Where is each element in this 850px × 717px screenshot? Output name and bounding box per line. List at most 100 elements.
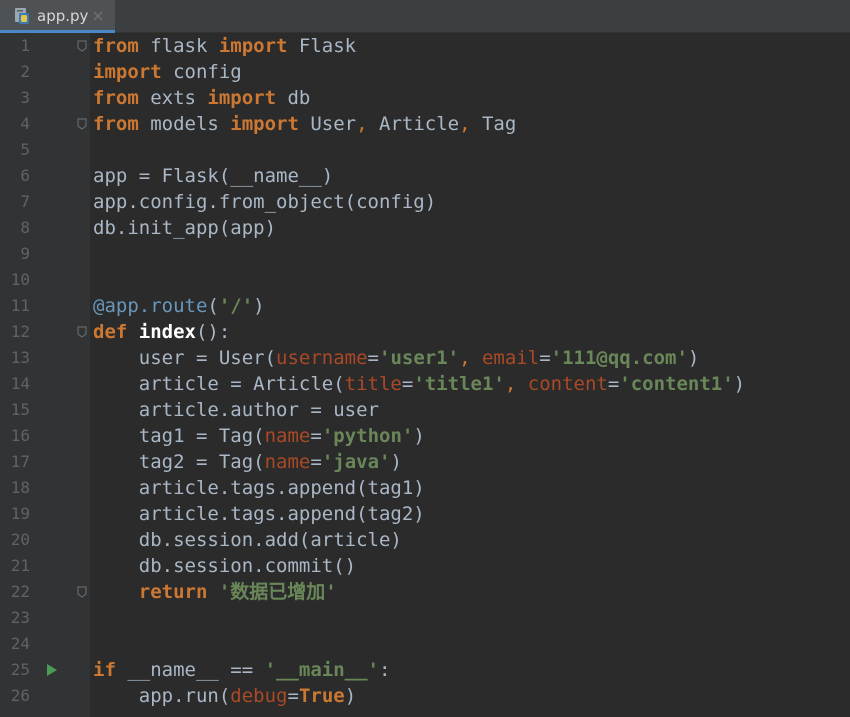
code-line[interactable]: 12 def index(): [0,319,850,345]
token-param: username [276,347,368,369]
token-ident: = [401,373,414,395]
code-line[interactable]: 21 db.session.commit() [0,553,850,579]
code-text: article.tags.append(tag2) [93,501,425,527]
token-ident [516,373,527,395]
code-line[interactable]: 18 article.tags.append(tag1) [0,475,850,501]
token-ident: exts [138,87,208,109]
token-param: title [344,373,402,395]
token-ident: = [310,425,322,447]
token-ident: app = Flask( [93,165,231,187]
code-line[interactable]: 19 article.tags.append(tag2) [0,501,850,527]
token-ident: tag1 = Tag( [93,425,265,447]
code-editor[interactable]: 1 from flask import Flask 2 import config 3 f… [0,33,850,717]
code-line[interactable]: 11 @app.route('/') [0,293,850,319]
token-punct: , [356,113,368,135]
token-ident: = [310,451,322,473]
token-ident: db.session.add(article) [93,529,402,551]
token-ident: app.run( [93,685,231,707]
code-text: article.author = user [93,397,379,423]
code-text: article.tags.append(tag1) [93,475,425,501]
code-text: from models import User, Article, Tag [93,111,516,137]
fold-marker-icon[interactable] [75,325,89,339]
token-ident: Flask [287,35,357,57]
code-line[interactable]: 25 if __name__ == '__main__': [0,657,850,683]
token-ident: user = User( [93,347,277,369]
token-ident [471,347,482,369]
token-string: 'python' [321,425,414,447]
code-line[interactable]: 23 [0,605,850,631]
code-line[interactable]: 24 [0,631,850,657]
token-keyword: from [93,113,139,135]
code-line[interactable]: 14 article = Article(title='title1', con… [0,371,850,397]
fold-marker-icon[interactable] [75,117,89,131]
line-number: 4 [20,114,30,133]
token-keyword: return [138,581,219,603]
code-line[interactable]: 9 [0,241,850,267]
token-ident: ) [687,347,700,369]
code-line[interactable]: 2 import config [0,59,850,85]
line-number: 14 [10,374,30,393]
code-line[interactable]: 17 tag2 = Tag(name='java') [0,449,850,475]
line-number: 3 [20,88,30,107]
token-keyword: if [93,659,128,681]
token-ident: Article [367,113,460,135]
code-line[interactable]: 15 article.author = user [0,397,850,423]
code-line[interactable]: 20 db.session.add(article) [0,527,850,553]
token-ident: == [218,659,265,681]
code-line[interactable]: 5 [0,137,850,163]
line-number: 5 [20,140,30,159]
fold-marker-icon[interactable] [75,39,89,53]
token-param: debug [230,685,288,707]
code-text: app = Flask(__name__) [93,163,333,189]
fold-marker-icon[interactable] [75,585,89,599]
code-text: user = User(username='user1', email='111… [93,345,700,371]
code-text: tag1 = Tag(name='python') [93,423,425,449]
token-keyword: import [207,87,277,109]
code-text: app.run(debug=True) [93,683,356,709]
token-dunder: __name__ [230,165,322,187]
token-string: 'user1' [379,347,460,369]
run-icon[interactable] [44,663,58,677]
line-number: 20 [10,530,30,549]
code-text: article = Article(title='title1', conten… [93,371,745,397]
code-line[interactable]: 4 from models import User, Article, Tag [0,111,850,137]
token-ident: = [287,685,299,707]
code-line[interactable]: 10 [0,267,850,293]
token-ident: article = Article( [93,373,345,395]
code-line[interactable]: 8 db.init_app(app) [0,215,850,241]
line-number: 22 [10,582,30,601]
line-number: 24 [10,634,30,653]
close-icon[interactable] [93,11,103,21]
code-line[interactable]: 3 from exts import db [0,85,850,111]
code-line[interactable]: 16 tag1 = Tag(name='python') [0,423,850,449]
token-param: name [264,425,311,447]
tab-app-py[interactable]: app.py [0,0,115,33]
code-line[interactable]: 13 user = User(username='user1', email='… [0,345,850,371]
token-param: email [481,347,540,369]
line-number: 7 [20,192,30,211]
code-line[interactable]: 26 app.run(debug=True) [0,683,850,709]
code-text: def index(): [93,319,230,345]
line-number: 19 [10,504,30,523]
code-text: from exts import db [93,85,310,111]
token-ident: = [607,373,620,395]
line-number: 25 [10,660,30,679]
code-line[interactable]: 22 return '数据已增加' [0,579,850,605]
token-punct: , [504,373,517,395]
code-line[interactable]: 1 from flask import Flask [0,33,850,59]
code-line[interactable]: 6 app = Flask(__name__) [0,163,850,189]
token-ident: ) [413,425,425,447]
code-text: db.init_app(app) [93,215,276,241]
line-number: 1 [20,36,30,55]
token-ident: db [276,87,311,109]
token-ident [93,581,139,603]
token-ident: flask [138,35,219,57]
token-keyword: import [93,61,162,83]
token-ident: ( [207,295,219,317]
code-line[interactable]: 7 app.config.from_object(config) [0,189,850,215]
token-string: 'content1' [619,373,734,395]
token-keyword: import [230,113,299,135]
line-number: 17 [10,452,30,471]
line-number: 16 [10,426,30,445]
line-number: 18 [10,478,30,497]
